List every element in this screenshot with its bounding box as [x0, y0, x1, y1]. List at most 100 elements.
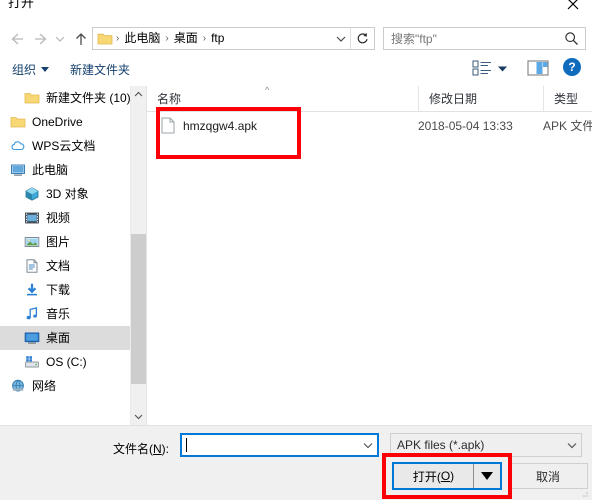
organize-label: 组织 — [12, 63, 37, 77]
sidebar-item[interactable]: WPS云文档 — [0, 134, 130, 158]
breadcrumb-separator: › — [202, 33, 207, 44]
breadcrumb-separator: › — [116, 33, 120, 44]
sidebar-item-label: OS (C:) — [46, 355, 87, 369]
pictures-icon — [24, 234, 40, 250]
sidebar-item-label: WPS云文档 — [32, 139, 96, 153]
close-icon[interactable] — [558, 0, 588, 16]
column-header-modified[interactable]: 修改日期 — [418, 86, 543, 111]
desktop-icon — [24, 330, 40, 346]
column-header-name[interactable]: 名称 ^ — [147, 86, 418, 111]
sidebar-item[interactable]: OS (C:) — [0, 350, 130, 374]
sidebar-item-label: 新建文件夹 (10) — [46, 91, 130, 105]
open-label-accesskey: O — [440, 469, 451, 483]
view-options-icon[interactable] — [472, 59, 492, 77]
open-button[interactable]: 打开(O) — [392, 462, 502, 490]
sidebar-item-label: 下载 — [46, 283, 71, 297]
chevron-down-icon[interactable] — [131, 408, 146, 425]
sidebar-item[interactable]: 文档 — [0, 254, 130, 278]
sidebar-item[interactable]: 桌面 — [0, 326, 130, 350]
open-split-triangle-down-icon[interactable] — [473, 464, 500, 488]
refresh-icon[interactable] — [350, 28, 373, 49]
videos-icon — [24, 210, 40, 226]
command-toolbar: 组织 新建文件夹 ? — [0, 54, 592, 87]
breadcrumb-item-this-pc[interactable]: 此电脑 — [122, 28, 162, 49]
sidebar-item[interactable]: 新建文件夹 (10) — [0, 86, 130, 110]
arrow-right-icon[interactable] — [30, 28, 52, 50]
column-header-name-label: 名称 — [157, 92, 182, 106]
chevron-up-icon[interactable] — [131, 86, 146, 103]
new-folder-label: 新建文件夹 — [70, 63, 131, 77]
resize-grip-icon[interactable] — [579, 488, 589, 498]
breadcrumb-separator: › — [165, 33, 169, 44]
search-input[interactable]: 搜索"ftp" — [383, 27, 586, 50]
search-placeholder: 搜索"ftp" — [391, 32, 437, 46]
search-icon[interactable] — [564, 31, 579, 49]
organize-button[interactable]: 组织 — [12, 61, 50, 78]
table-row[interactable]: hmzqgw4.apk 2018-05-04 13:33 APK 文件 — [147, 112, 592, 139]
open-button-label[interactable]: 打开(O) — [394, 464, 473, 488]
file-type-filter-value: APK files (*.apk) — [397, 438, 485, 452]
file-type-filter-select[interactable]: APK files (*.apk) — [390, 433, 582, 457]
downloads-icon — [24, 282, 40, 298]
chevron-down-icon — [41, 67, 50, 72]
open-file-dialog: 打开 › 此电脑 › 桌面 › ftp 搜索"ftp" 组织 新建文件夹 ? 新… — [0, 0, 592, 500]
sidebar-item[interactable]: 音乐 — [0, 302, 130, 326]
filename-chevron-down-icon[interactable] — [359, 442, 377, 449]
breadcrumb-item-desktop[interactable]: 桌面 — [172, 28, 200, 49]
new-folder-button[interactable]: 新建文件夹 — [70, 61, 130, 78]
sidebar-item[interactable]: 网络 — [0, 374, 130, 398]
sidebar-item[interactable]: 3D 对象 — [0, 182, 130, 206]
navigation-bar: › 此电脑 › 桌面 › ftp 搜索"ftp" — [0, 22, 592, 54]
column-header-type-label: 类型 — [554, 92, 579, 106]
cell-name[interactable]: hmzqgw4.apk — [147, 112, 418, 139]
breadcrumb-item-ftp[interactable]: ftp — [209, 28, 226, 49]
preview-pane-icon[interactable] — [527, 59, 549, 77]
sidebar-item-label: 3D 对象 — [46, 187, 89, 201]
help-icon[interactable]: ? — [563, 58, 581, 76]
column-header-type[interactable]: 类型 — [543, 86, 592, 111]
file-rows: hmzqgw4.apk 2018-05-04 13:33 APK 文件 — [147, 112, 592, 139]
navigation-pane: 新建文件夹 (10) OneDrive WPS云文档此电脑 3D 对象视频图片文档下载… — [0, 86, 130, 425]
sidebar-item-label: OneDrive — [32, 115, 83, 129]
sidebar-item[interactable]: 图片 — [0, 230, 130, 254]
sidebar-item[interactable]: 下载 — [0, 278, 130, 302]
column-headers: 名称 ^ 修改日期 类型 — [147, 86, 592, 112]
cancel-button-label: 取消 — [535, 469, 560, 484]
scrollbar-thumb[interactable] — [131, 234, 146, 384]
file-modified: 2018-05-04 13:33 — [418, 118, 513, 133]
filter-chevron-down-icon[interactable] — [563, 442, 581, 449]
help-label: ? — [563, 58, 581, 76]
filename-input[interactable] — [180, 433, 379, 457]
folder-icon — [24, 90, 40, 106]
sidebar-item[interactable]: 视频 — [0, 206, 130, 230]
file-name: hmzqgw4.apk — [183, 118, 258, 133]
cell-modified: 2018-05-04 13:33 — [418, 112, 543, 139]
sidebar-item[interactable]: 此电脑 — [0, 158, 130, 182]
address-chevron-down-icon[interactable] — [333, 28, 349, 49]
filename-label-suffix: ): — [161, 442, 170, 456]
open-label-suffix: ) — [450, 469, 455, 483]
sort-ascending-icon: ^ — [265, 86, 270, 95]
folder-icon — [97, 31, 113, 46]
disk-drive-icon — [24, 354, 40, 370]
sidebar-item-label: 桌面 — [46, 331, 71, 345]
title-bar: 打开 — [0, 0, 592, 22]
arrow-up-icon[interactable] — [70, 28, 92, 50]
folder-icon — [10, 114, 26, 130]
recent-locations-chevron-down-icon[interactable] — [52, 28, 68, 50]
navigation-pane-scrollbar[interactable] — [130, 86, 146, 425]
network-icon — [10, 378, 26, 394]
open-label-prefix: 打开( — [412, 469, 441, 484]
address-bar[interactable]: › 此电脑 › 桌面 › ftp — [92, 27, 375, 50]
sidebar-item-label: 文档 — [46, 259, 71, 273]
view-options-chevron-down-icon[interactable] — [497, 65, 508, 73]
arrow-left-icon[interactable] — [6, 28, 28, 50]
cancel-button[interactable]: 取消 — [508, 463, 588, 489]
cloud-icon — [10, 138, 26, 154]
3d-objects-icon — [24, 186, 40, 202]
sidebar-item-label: 视频 — [46, 211, 71, 225]
column-header-modified-label: 修改日期 — [429, 92, 478, 106]
sidebar-item[interactable]: OneDrive — [0, 110, 130, 134]
sidebar-item-label: 音乐 — [46, 307, 71, 321]
sidebar-item-label: 图片 — [46, 235, 71, 249]
